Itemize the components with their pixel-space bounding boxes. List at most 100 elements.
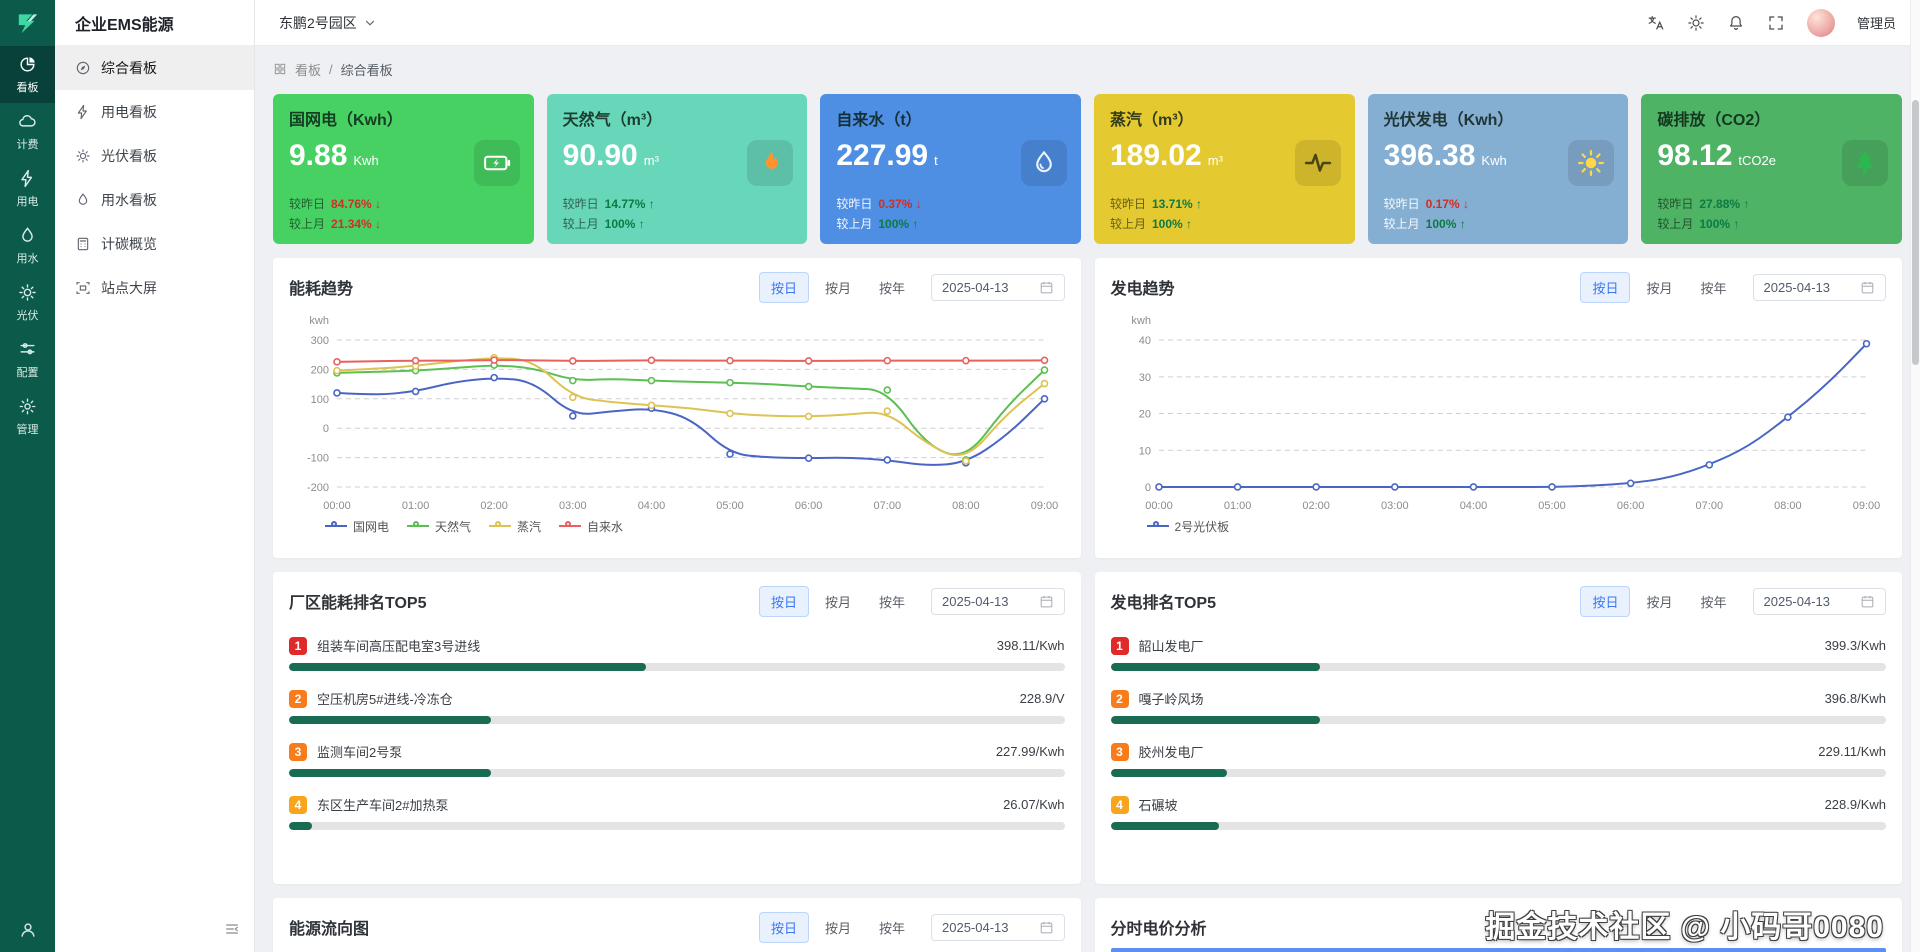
- legend-item[interactable]: 国网电: [325, 518, 389, 535]
- power-icon: [18, 169, 37, 188]
- energy-trend-chart: -200 -100 0 100 200 300 kwh 00:00 01:00 02:00 03:0…: [307, 315, 1058, 512]
- theme-icon[interactable]: [1687, 14, 1705, 32]
- rail-items: 看板 计费 用电 用水 光伏 配置 管理: [0, 46, 55, 445]
- water-icon: [18, 226, 37, 245]
- tab-month[interactable]: 按月: [1634, 271, 1685, 303]
- avatar[interactable]: [1806, 8, 1835, 37]
- panel-title: 能耗趋势: [289, 281, 354, 298]
- kpi-unit: tCO2e: [1738, 153, 1776, 168]
- rail-item-label: 配置: [16, 367, 39, 379]
- app-logo[interactable]: [0, 0, 55, 46]
- kpi-stats: 较昨日 84.76% ↓ 较上月 21.34% ↓: [289, 195, 518, 232]
- manage-icon: [18, 397, 37, 416]
- date-picker[interactable]: 2025-04-13: [931, 913, 1065, 941]
- svg-text:00:00: 00:00: [323, 500, 351, 512]
- date-picker[interactable]: 2025-04-13: [1752, 587, 1886, 615]
- menu-item-waterboard[interactable]: 用水看板: [55, 178, 254, 222]
- rank-progress-track: [1110, 716, 1886, 724]
- panel-gen-rank: 发电排名TOP5 按日 按月 按年 2025-04-13 1 韶山发电厂 399.3…: [1094, 572, 1902, 884]
- rail-item-power[interactable]: 用电: [0, 160, 55, 217]
- rail-item-manage[interactable]: 管理: [0, 388, 55, 445]
- rank-progress-fill: [289, 769, 491, 777]
- tab-month[interactable]: 按月: [1634, 585, 1685, 617]
- date-picker[interactable]: 2025-04-13: [1752, 273, 1886, 301]
- kpi-stat-line: 较上月 100% ↑: [1657, 215, 1886, 232]
- tab-year[interactable]: 按年: [866, 911, 917, 943]
- svg-text:00:00: 00:00: [1145, 500, 1173, 512]
- carbon-icon: [75, 236, 91, 252]
- legend-item[interactable]: 天然气: [407, 518, 471, 535]
- legend-item[interactable]: 自来水: [559, 518, 623, 535]
- rank-badge: 2: [1110, 689, 1129, 708]
- kpi-value: 396.38: [1383, 139, 1476, 172]
- rail-user-button[interactable]: [0, 908, 55, 952]
- date-value: 2025-04-13: [1763, 279, 1831, 295]
- kpi-unit: m³: [1207, 153, 1223, 168]
- kpi-value: 98.12: [1657, 139, 1733, 172]
- kpi-stat-value: 100% ↑: [878, 216, 919, 231]
- rail-item-config[interactable]: 配置: [0, 331, 55, 388]
- tab-year[interactable]: 按年: [1688, 585, 1739, 617]
- collapse-sidebar-button[interactable]: [210, 911, 254, 952]
- rank-item-name: 胶州发电厂: [1138, 745, 1204, 760]
- svg-text:20: 20: [1138, 408, 1150, 420]
- translate-icon[interactable]: [1647, 14, 1665, 32]
- droplet-icon: [1020, 140, 1067, 186]
- park-selector[interactable]: 东鹏2号园区: [279, 13, 377, 33]
- breadcrumb-item[interactable]: 看板: [295, 60, 321, 79]
- tab-day[interactable]: 按日: [758, 911, 809, 943]
- legend-item[interactable]: 2号光伏板: [1146, 518, 1229, 535]
- bell-icon[interactable]: [1727, 14, 1745, 32]
- menu-item-carbon[interactable]: 计碳概览: [55, 222, 254, 266]
- rank-progress-fill: [1110, 663, 1320, 671]
- park-name: 东鹏2号园区: [279, 14, 357, 31]
- tab-month[interactable]: 按月: [812, 271, 863, 303]
- kpi-value: 227.99: [836, 139, 929, 172]
- svg-text:07:00: 07:00: [874, 500, 901, 512]
- rail-item-water[interactable]: 用水: [0, 217, 55, 274]
- tree-icon: [1841, 140, 1888, 186]
- scrollbar-track[interactable]: [1910, 0, 1920, 952]
- date-picker[interactable]: 2025-04-13: [931, 273, 1065, 301]
- tab-day[interactable]: 按日: [758, 271, 809, 303]
- rank-progress-track: [289, 822, 1065, 830]
- date-value: 2025-04-13: [942, 919, 1009, 935]
- kpi-title: 自来水（t）: [836, 112, 922, 129]
- kpi-unit: Kwh: [1481, 153, 1507, 168]
- panel-title: 能源流向图: [289, 921, 370, 938]
- tab-year[interactable]: 按年: [866, 585, 917, 617]
- rank-progress-fill: [289, 716, 491, 724]
- kpi-stat-value: 27.88% ↑: [1699, 196, 1750, 211]
- tab-day[interactable]: 按日: [1580, 271, 1631, 303]
- rank-badge: 4: [289, 795, 307, 814]
- rank-progress-fill: [1110, 822, 1220, 830]
- tab-month[interactable]: 按月: [812, 911, 863, 943]
- svg-text:0: 0: [1144, 482, 1150, 494]
- legend-marker: [559, 521, 582, 531]
- svg-text:04:00: 04:00: [1459, 500, 1487, 512]
- rail-item-billing[interactable]: 计费: [0, 103, 55, 160]
- tab-day[interactable]: 按日: [1580, 585, 1631, 617]
- svg-text:40: 40: [1138, 335, 1150, 347]
- rail-item-solar[interactable]: 光伏: [0, 274, 55, 331]
- tab-day[interactable]: 按日: [758, 585, 809, 617]
- legend-item[interactable]: 蒸汽: [489, 518, 541, 535]
- menu-item-screen[interactable]: 站点大屏: [55, 266, 254, 310]
- menu-item-pv[interactable]: 光伏看板: [55, 134, 254, 178]
- rail-item-dashboard[interactable]: 看板: [0, 46, 55, 103]
- menu-item-electric[interactable]: 用电看板: [55, 90, 254, 134]
- menu-item-overview[interactable]: 综合看板: [55, 46, 254, 90]
- tab-year[interactable]: 按年: [1688, 271, 1739, 303]
- kpi-stat-line: 较上月 100% ↑: [1384, 215, 1613, 232]
- tab-year[interactable]: 按年: [866, 271, 917, 303]
- date-picker[interactable]: 2025-04-13: [931, 587, 1065, 615]
- fullscreen-icon[interactable]: [1767, 14, 1785, 32]
- rank-item-name: 嘎子岭风场: [1138, 692, 1204, 707]
- rank-item-value: 228.9/V: [1019, 691, 1065, 706]
- menu-item-label: 综合看板: [101, 60, 157, 76]
- scrollbar-thumb[interactable]: [1912, 100, 1919, 365]
- svg-text:-200: -200: [307, 482, 329, 494]
- tab-month[interactable]: 按月: [812, 585, 863, 617]
- kpi-stat-line: 较昨日 13.71% ↑: [1110, 195, 1339, 212]
